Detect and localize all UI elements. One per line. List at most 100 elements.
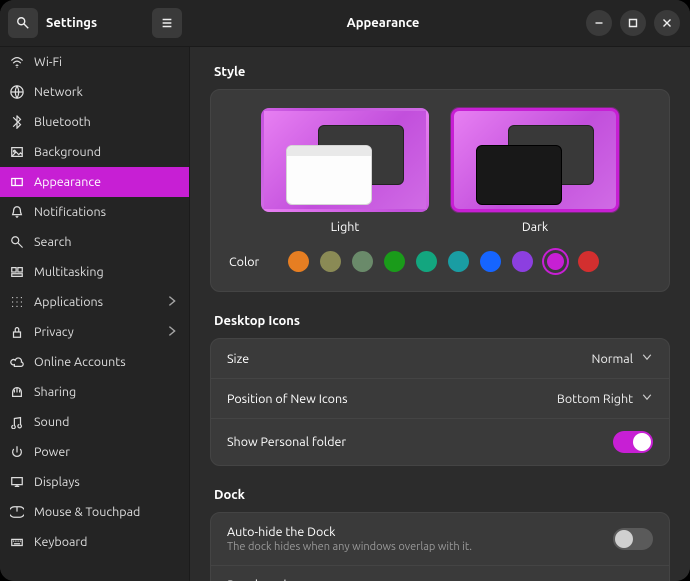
sidebar-item-label: Network bbox=[34, 85, 83, 99]
sidebar-item-label: Notifications bbox=[34, 205, 106, 219]
maximize-icon bbox=[630, 20, 637, 27]
lock-icon bbox=[14, 328, 21, 338]
sidebar-item-sound[interactable]: Sound bbox=[0, 407, 189, 437]
sidebar-item-network[interactable]: Network bbox=[0, 77, 189, 107]
chevron-down-icon bbox=[643, 355, 651, 360]
sidebar-item-label: Power bbox=[34, 445, 70, 459]
color-swatch-3[interactable] bbox=[384, 251, 405, 272]
globe-icon bbox=[11, 86, 23, 98]
window-icon bbox=[12, 268, 23, 277]
music-icon bbox=[12, 418, 22, 429]
color-swatch-7[interactable] bbox=[512, 251, 533, 272]
search-icon bbox=[18, 18, 29, 29]
sidebar: Wi-Fi Network Bluetooth Background Appearanc… bbox=[0, 47, 190, 581]
dock-row-panel: Panel modeThe dock extends to the screen… bbox=[211, 566, 669, 581]
cloud-icon bbox=[11, 358, 23, 366]
style-option-light[interactable]: Light bbox=[261, 108, 429, 234]
desktop-row-position[interactable]: Position of New IconsBottom Right bbox=[211, 379, 669, 419]
row-label: Position of New Icons bbox=[227, 392, 557, 406]
toggle-personal[interactable] bbox=[613, 431, 653, 453]
keyboard-icon bbox=[12, 539, 23, 545]
sidebar-item-label: Online Accounts bbox=[34, 355, 126, 369]
sidebar-item-multitasking[interactable]: Multitasking bbox=[0, 257, 189, 287]
desktop-row-size[interactable]: SizeNormal bbox=[211, 339, 669, 379]
sidebar-item-search[interactable]: Search bbox=[0, 227, 189, 257]
color-swatch-2[interactable] bbox=[352, 251, 373, 272]
sidebar-item-label: Keyboard bbox=[34, 535, 87, 549]
sidebar-item-applications[interactable]: Applications bbox=[0, 287, 189, 317]
apps-icon bbox=[13, 298, 22, 307]
style-preview-dark bbox=[451, 108, 619, 212]
settings-window: Settings Appearance Wi-Fi Network Bluetoot… bbox=[0, 0, 690, 581]
color-swatch-6[interactable] bbox=[480, 251, 501, 272]
titlebar: Settings Appearance bbox=[0, 0, 690, 47]
row-sublabel: The dock hides when any windows overlap … bbox=[227, 541, 613, 553]
chevron-down-icon bbox=[643, 395, 651, 400]
row-label: Auto-hide the Dock bbox=[227, 525, 613, 539]
color-swatch-9[interactable] bbox=[578, 251, 599, 272]
sidebar-item-label: Mouse & Touchpad bbox=[34, 505, 140, 519]
sidebar-item-bluetooth[interactable]: Bluetooth bbox=[0, 107, 189, 137]
minimize-button[interactable] bbox=[586, 10, 612, 36]
row-value: Bottom Right bbox=[557, 392, 633, 406]
search-icon bbox=[12, 237, 23, 248]
row-label: Show Personal folder bbox=[227, 435, 613, 449]
wifi-icon bbox=[12, 58, 23, 68]
sidebar-item-notifications[interactable]: Notifications bbox=[0, 197, 189, 227]
sidebar-item-displays[interactable]: Displays bbox=[0, 467, 189, 497]
sidebar-item-sharing[interactable]: Sharing bbox=[0, 377, 189, 407]
sidebar-item-wifi[interactable]: Wi-Fi bbox=[0, 47, 189, 77]
menu-icon bbox=[163, 20, 172, 27]
color-swatch-0[interactable] bbox=[288, 251, 309, 272]
bluetooth-icon bbox=[14, 116, 21, 128]
row-label: Size bbox=[227, 352, 592, 366]
dock-panel: Auto-hide the Dock The dock hides when an… bbox=[210, 512, 670, 581]
app-title: Settings bbox=[46, 16, 144, 30]
style-panel: Light Dark Color bbox=[210, 89, 670, 292]
bell-icon bbox=[13, 207, 22, 218]
content-area: Style Light Dark Color Desktop Icons Size… bbox=[190, 47, 690, 581]
style-label: Dark bbox=[522, 220, 548, 234]
dock-row-autohide: Auto-hide the Dock The dock hides when an… bbox=[211, 513, 669, 566]
color-swatch-8[interactable] bbox=[544, 250, 567, 273]
sidebar-item-label: Multitasking bbox=[34, 265, 104, 279]
style-option-dark[interactable]: Dark bbox=[451, 108, 619, 234]
close-icon bbox=[664, 20, 671, 27]
sidebar-item-background[interactable]: Background bbox=[0, 137, 189, 167]
maximize-button[interactable] bbox=[620, 10, 646, 36]
color-swatch-1[interactable] bbox=[320, 251, 341, 272]
toggle-autohide[interactable] bbox=[613, 528, 653, 550]
section-title-desktop-icons: Desktop Icons bbox=[214, 314, 670, 328]
sidebar-item-appearance[interactable]: Appearance bbox=[0, 167, 189, 197]
search-button[interactable] bbox=[8, 8, 38, 38]
section-title-style: Style bbox=[214, 65, 670, 79]
mouse-icon bbox=[10, 507, 24, 518]
sidebar-item-keyboard[interactable]: Keyboard bbox=[0, 527, 189, 557]
row-value: Normal bbox=[592, 352, 633, 366]
close-button[interactable] bbox=[654, 10, 680, 36]
sidebar-item-label: Displays bbox=[34, 475, 80, 489]
sidebar-item-label: Background bbox=[34, 145, 101, 159]
sidebar-item-label: Privacy bbox=[34, 325, 74, 339]
image-icon bbox=[12, 148, 23, 157]
sidebar-item-label: Sharing bbox=[34, 385, 76, 399]
color-swatch-5[interactable] bbox=[448, 251, 469, 272]
share-icon bbox=[13, 388, 22, 397]
display-icon bbox=[12, 478, 23, 487]
sidebar-item-power[interactable]: Power bbox=[0, 437, 189, 467]
color-label: Color bbox=[229, 255, 271, 269]
color-swatch-4[interactable] bbox=[416, 251, 437, 272]
style-preview-light bbox=[261, 108, 429, 212]
desktop-icons-panel: SizeNormalPosition of New IconsBottom Ri… bbox=[210, 338, 670, 466]
desktop-row-personal: Show Personal folder bbox=[211, 419, 669, 465]
sidebar-item-label: Applications bbox=[34, 295, 103, 309]
appearance-icon bbox=[12, 179, 23, 186]
hamburger-button[interactable] bbox=[152, 8, 182, 38]
sidebar-item-mouse[interactable]: Mouse & Touchpad bbox=[0, 497, 189, 527]
section-title-dock: Dock bbox=[214, 488, 670, 502]
sidebar-item-label: Wi-Fi bbox=[34, 55, 62, 69]
sidebar-item-online-accounts[interactable]: Online Accounts bbox=[0, 347, 189, 377]
style-label: Light bbox=[331, 220, 360, 234]
sidebar-item-label: Search bbox=[34, 235, 72, 249]
sidebar-item-privacy[interactable]: Privacy bbox=[0, 317, 189, 347]
